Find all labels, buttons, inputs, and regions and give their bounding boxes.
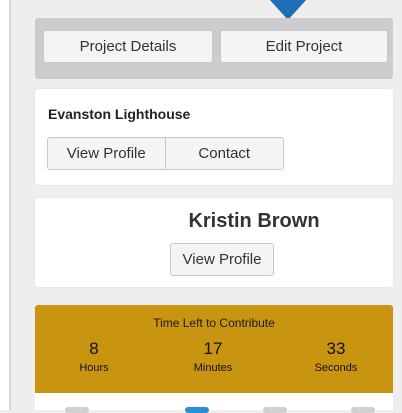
countdown-minutes-value: 17 [203,339,223,358]
countdown-minutes: 17 Minutes [163,339,263,374]
organization-card: Evanston Lighthouse View Profile Contact [35,89,393,185]
organization-contact-button[interactable]: Contact [166,138,284,169]
progress-dot [263,407,287,413]
organization-button-group: View Profile Contact [47,137,284,170]
pointer-arrow-icon [270,0,306,20]
project-details-button[interactable]: Project Details [43,30,213,63]
countdown-minutes-label: Minutes [193,362,233,374]
countdown-seconds-label: Seconds [314,362,358,374]
organization-name: Evanston Lighthouse [48,106,191,122]
project-actions-bar: Project Details Edit Project [35,18,393,79]
left-panel-edge [0,0,11,410]
edit-project-button[interactable]: Edit Project [220,30,388,63]
countdown-seconds-value: 33 [326,339,346,358]
countdown-title: Time Left to Contribute [153,316,275,330]
countdown-hours-value: 8 [89,339,99,358]
progress-strip [35,393,393,413]
progress-dot [351,407,375,413]
organization-view-profile-button[interactable]: View Profile [48,138,166,169]
countdown-hours: 8 Hours [44,339,144,374]
countdown-seconds: 33 Seconds [286,339,386,374]
person-view-profile-button[interactable]: View Profile [170,243,274,276]
countdown-hours-label: Hours [79,362,109,374]
progress-dot-active [185,407,209,413]
progress-dot [65,407,89,413]
person-card: Kristin Brown View Profile [35,198,393,287]
project-sidebar: Project Details Edit Project Evanston Li… [25,0,402,413]
person-name: Kristin Brown [188,210,320,232]
